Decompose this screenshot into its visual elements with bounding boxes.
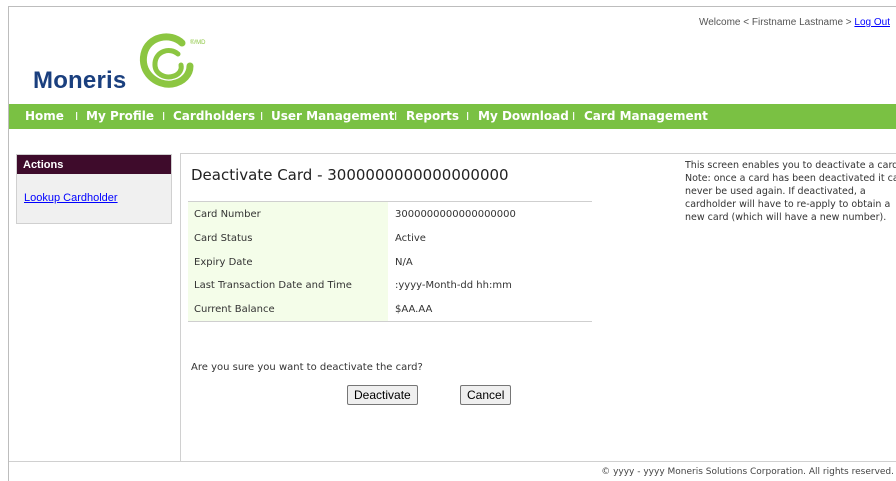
nav-separator: I [466,110,470,123]
row-value: Active [395,232,426,244]
deactivate-button[interactable]: Deactivate [347,385,418,405]
logout-link[interactable]: Log Out [854,17,890,28]
table-row: Card Number 3000000000000000000 [188,202,592,226]
nav-home[interactable]: Home [25,109,64,123]
row-value: $AA.AA [395,304,433,316]
nav-separator: I [75,110,79,123]
row-label: Expiry Date [188,249,388,274]
row-label: Current Balance [188,297,388,321]
nav-separator: I [162,110,166,123]
card-details-table: Card Number 3000000000000000000 Card Sta… [188,201,592,322]
table-row: Current Balance $AA.AA [188,297,592,321]
main-nav: Home I My Profile I Cardholders I User M… [9,104,896,129]
welcome-bar: Welcome < Firstname Lastname > Log Out [699,17,890,28]
cancel-button[interactable]: Cancel [460,385,512,405]
logo-wordmark: Moneris [33,67,127,94]
sidebar-link-lookup-cardholder[interactable]: Lookup Cardholder [24,192,118,204]
confirm-prompt: Are you sure you want to deactivate the … [191,362,423,373]
nav-user-management[interactable]: User Management [271,109,394,123]
nav-separator: I [260,110,264,123]
nav-separator: I [572,110,576,123]
help-text: This screen enables you to deactivate a … [685,160,896,223]
table-row: Last Transaction Date and Time :yyyy-Mon… [188,273,592,298]
nav-my-profile[interactable]: My Profile [86,109,154,123]
nav-my-download[interactable]: My Download [478,109,569,123]
nav-reports[interactable]: Reports [406,109,459,123]
footer-copyright: © yyyy - yyyy Moneris Solutions Corporat… [601,467,894,477]
nav-cardholders[interactable]: Cardholders [173,109,255,123]
row-label: Card Status [188,225,388,250]
row-label: Card Number [188,202,388,226]
row-value: :yyyy-Month-dd hh:mm [395,280,512,292]
row-value: 3000000000000000000 [395,209,516,220]
row-label: Last Transaction Date and Time [188,273,388,298]
row-value: N/A [395,256,413,268]
moneris-swirl-icon [139,33,194,88]
nav-separator: I [394,110,398,123]
moneris-logo[interactable]: ®/MD Moneris [30,30,230,95]
nav-card-management[interactable]: Card Management [584,109,708,123]
table-row: Expiry Date N/A [188,249,592,274]
actions-sidebar: Actions Lookup Cardholder [16,154,172,224]
page-title: Deactivate Card - 3000000000000000000 [191,166,509,184]
welcome-text: Welcome < Firstname Lastname > [698,17,855,28]
footer-divider [9,461,896,462]
sidebar-heading: Actions [17,155,171,174]
table-row: Card Status Active [188,225,592,250]
trademark-mark: ®/MD [190,40,206,46]
